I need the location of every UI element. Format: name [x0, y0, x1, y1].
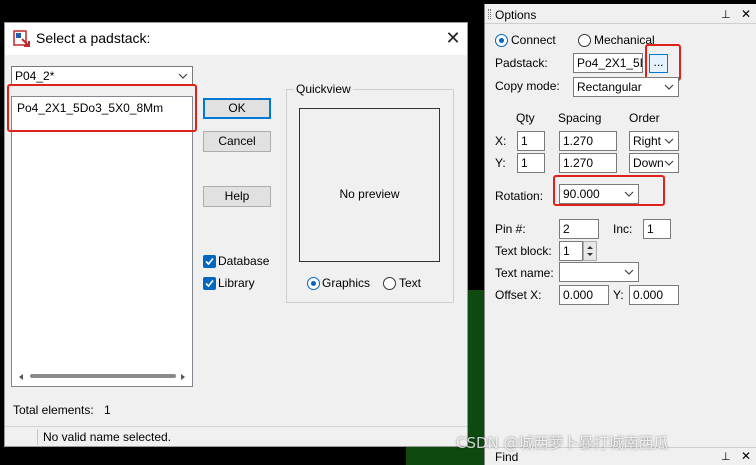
offset-y-field[interactable]: 0.000: [629, 285, 679, 305]
quickview-label: Quickview: [294, 82, 353, 96]
highlight-box-list: [7, 84, 197, 132]
status-bar: No valid name selected.: [5, 426, 467, 446]
help-button[interactable]: Help: [203, 186, 271, 207]
pin-number-label: Pin #:: [495, 222, 526, 236]
rotation-label: Rotation:: [495, 189, 544, 203]
chevron-down-icon: [663, 132, 675, 150]
offset-y-label: Y:: [613, 288, 624, 302]
scroll-thumb[interactable]: [30, 374, 176, 378]
copy-mode-value: Rectangular: [577, 80, 642, 94]
watermark-text: CSDN @城西萝卜暴打城南西瓜: [456, 434, 669, 452]
text-block-label: Text block:: [495, 244, 552, 258]
text-radio[interactable]: [383, 277, 396, 290]
total-elements-value: 1: [104, 403, 111, 417]
close-panel-icon[interactable]: ✕: [741, 449, 751, 463]
status-divider: [37, 429, 38, 445]
copy-mode-label: Copy mode:: [495, 79, 560, 93]
options-titlebar: Options ⊥ ✕: [485, 4, 756, 24]
highlight-box-browse: [645, 44, 681, 81]
mechanical-radio[interactable]: [578, 34, 591, 47]
scroll-left-icon[interactable]: [16, 371, 26, 381]
x-order-value: Right: [633, 134, 662, 148]
filter-value: P04_2*: [15, 69, 55, 83]
x-spacing-field[interactable]: 1.270: [559, 131, 617, 151]
dialog-titlebar: Select a padstack: ✕: [5, 23, 467, 55]
ok-button[interactable]: OK: [203, 98, 271, 119]
chevron-down-icon: [663, 78, 675, 96]
connect-radio[interactable]: [495, 34, 508, 47]
library-checkbox[interactable]: [203, 277, 216, 290]
total-elements-label: Total elements:: [13, 403, 94, 417]
text-block-field[interactable]: 1: [559, 241, 583, 261]
qty-header: Qty: [516, 111, 535, 125]
order-header: Order: [629, 111, 660, 125]
chevron-down-icon: [663, 154, 675, 172]
pin-icon[interactable]: ⊥: [721, 8, 731, 21]
y-spacing-field[interactable]: 1.270: [559, 153, 617, 173]
text-label: Text: [399, 276, 422, 290]
close-icon[interactable]: ✕: [443, 27, 463, 49]
chevron-down-icon: [177, 67, 189, 85]
x-order-combo[interactable]: Right: [629, 131, 679, 151]
padstack-filter-combo[interactable]: P04_2*: [11, 66, 193, 86]
x-qty-field[interactable]: 1: [517, 131, 545, 151]
inc-label: Inc:: [613, 222, 633, 236]
grip-icon[interactable]: [488, 9, 491, 19]
database-label: Database: [218, 254, 270, 268]
highlight-box-rotation: [553, 175, 665, 206]
y-order-value: Down: [633, 156, 664, 170]
y-order-combo[interactable]: Down: [629, 153, 679, 173]
pin-number-field[interactable]: 2: [559, 219, 599, 239]
text-name-combo[interactable]: [559, 262, 639, 282]
padstack-list[interactable]: Po4_2X1_5Do3_5X0_8Mm: [11, 96, 193, 387]
dialog-title: Select a padstack:: [36, 30, 151, 46]
x-label: X:: [495, 134, 507, 148]
scroll-right-icon[interactable]: [178, 371, 188, 381]
horizontal-scrollbar[interactable]: [14, 369, 190, 383]
graphics-radio[interactable]: [307, 277, 320, 290]
preview-box: No preview: [299, 108, 440, 262]
connect-label: Connect: [511, 33, 556, 47]
padstack-field[interactable]: Po4_2X1_5D: [573, 53, 643, 73]
copy-mode-combo[interactable]: Rectangular: [573, 77, 679, 97]
chevron-down-icon: [623, 263, 635, 281]
app-icon: [13, 30, 31, 48]
y-qty-field[interactable]: 1: [517, 153, 545, 173]
library-label: Library: [218, 276, 255, 290]
y-label: Y:: [495, 156, 506, 170]
options-panel: Options ⊥ ✕ Connect Mechanical Padstack:…: [484, 4, 756, 465]
pin-icon[interactable]: ⊥: [721, 450, 731, 463]
status-text: No valid name selected.: [43, 430, 172, 444]
text-name-label: Text name:: [495, 266, 554, 280]
padstack-label: Padstack:: [495, 56, 548, 70]
close-panel-icon[interactable]: ✕: [741, 7, 751, 21]
text-block-spinner[interactable]: [583, 241, 597, 261]
select-padstack-dialog: Select a padstack: ✕ P04_2* Po4_2X1_5Do3…: [4, 22, 468, 447]
offset-x-label: Offset X:: [495, 288, 542, 302]
spacing-header: Spacing: [558, 111, 602, 125]
cancel-button[interactable]: Cancel: [203, 131, 271, 152]
inc-field[interactable]: 1: [643, 219, 671, 239]
database-checkbox[interactable]: [203, 255, 216, 268]
offset-x-field[interactable]: 0.000: [559, 285, 609, 305]
no-preview-text: No preview: [339, 187, 400, 201]
graphics-label: Graphics: [322, 276, 371, 290]
options-title: Options: [495, 8, 537, 22]
